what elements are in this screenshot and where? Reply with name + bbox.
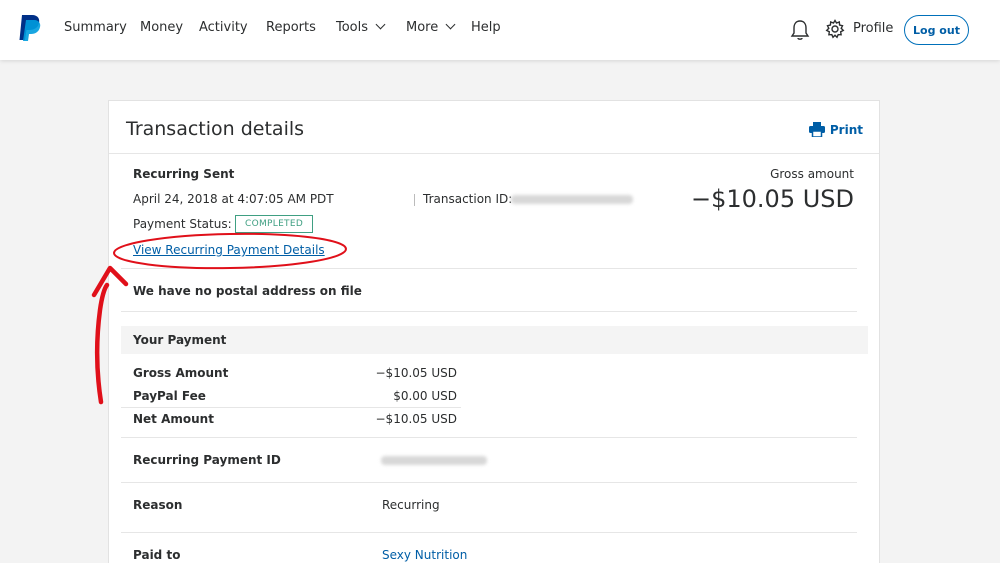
nav-tools-label: Tools: [336, 20, 369, 35]
logout-button[interactable]: Log out: [904, 15, 969, 45]
nav-tools[interactable]: Tools: [336, 19, 386, 35]
print-label: Print: [829, 122, 863, 137]
nav-help[interactable]: Help: [471, 20, 501, 35]
gross-amount-label: Gross amount: [770, 167, 854, 181]
divider: [121, 532, 857, 533]
paypal-fee-row-label: PayPal Fee: [133, 389, 206, 403]
divider: [121, 437, 857, 438]
gross-amount-row-label: Gross Amount: [133, 366, 229, 380]
status-badge: COMPLETED: [235, 215, 314, 233]
print-button[interactable]: Print: [808, 122, 863, 137]
net-amount-row-label: Net Amount: [133, 412, 214, 426]
transaction-type: Recurring Sent: [133, 167, 235, 181]
gross-amount-value: −$10.05 USD: [691, 185, 854, 213]
bell-icon[interactable]: [790, 19, 810, 41]
printer-icon: [808, 122, 825, 137]
divider: [121, 268, 857, 269]
view-recurring-payment-link[interactable]: View Recurring Payment Details: [133, 243, 325, 257]
chevron-down-icon: [375, 19, 386, 30]
chevron-down-icon: [445, 19, 456, 30]
gear-icon[interactable]: [825, 19, 845, 39]
top-nav: Summary Money Activity Reports Tools Mor…: [0, 0, 1000, 60]
paid-to-link[interactable]: Sexy Nutrition: [382, 548, 467, 562]
section-title: Your Payment: [133, 333, 227, 347]
gross-amount-row-value: −$10.05 USD: [375, 366, 458, 380]
nav-more-label: More: [406, 20, 439, 35]
paypal-fee-row-value: $0.00 USD: [393, 389, 457, 403]
divider: [109, 153, 879, 154]
reason-value: Recurring: [382, 498, 440, 512]
net-amount-row-value: −$10.05 USD: [375, 412, 458, 426]
transaction-datetime: April 24, 2018 at 4:07:05 AM PDT: [133, 192, 334, 206]
nav-money[interactable]: Money: [140, 20, 183, 35]
divider: [414, 194, 415, 206]
transaction-id-label: Transaction ID:: [423, 192, 513, 206]
annotation-arrow-shaft: [94, 282, 110, 405]
reason-label: Reason: [133, 498, 183, 512]
paypal-logo-icon[interactable]: [18, 14, 42, 42]
nav-reports[interactable]: Reports: [266, 20, 316, 35]
transaction-details-card: Transaction details Print Recurring Sent…: [108, 100, 880, 563]
divider: [121, 482, 857, 483]
recurring-payment-id-label: Recurring Payment ID: [133, 453, 281, 467]
nav-more[interactable]: More: [406, 19, 456, 35]
divider: [121, 311, 857, 312]
your-payment-header: Your Payment: [121, 326, 868, 354]
recurring-payment-id-redacted: [381, 456, 487, 465]
nav-summary[interactable]: Summary: [64, 20, 127, 35]
page-title: Transaction details: [126, 118, 305, 140]
nav-activity[interactable]: Activity: [199, 20, 248, 35]
postal-address-note: We have no postal address on file: [133, 284, 362, 298]
payment-status-label: Payment Status:: [133, 217, 232, 231]
divider: [121, 407, 461, 408]
paid-to-label: Paid to: [133, 548, 181, 562]
profile-link[interactable]: Profile: [853, 21, 893, 36]
transaction-id-redacted: [511, 195, 633, 204]
